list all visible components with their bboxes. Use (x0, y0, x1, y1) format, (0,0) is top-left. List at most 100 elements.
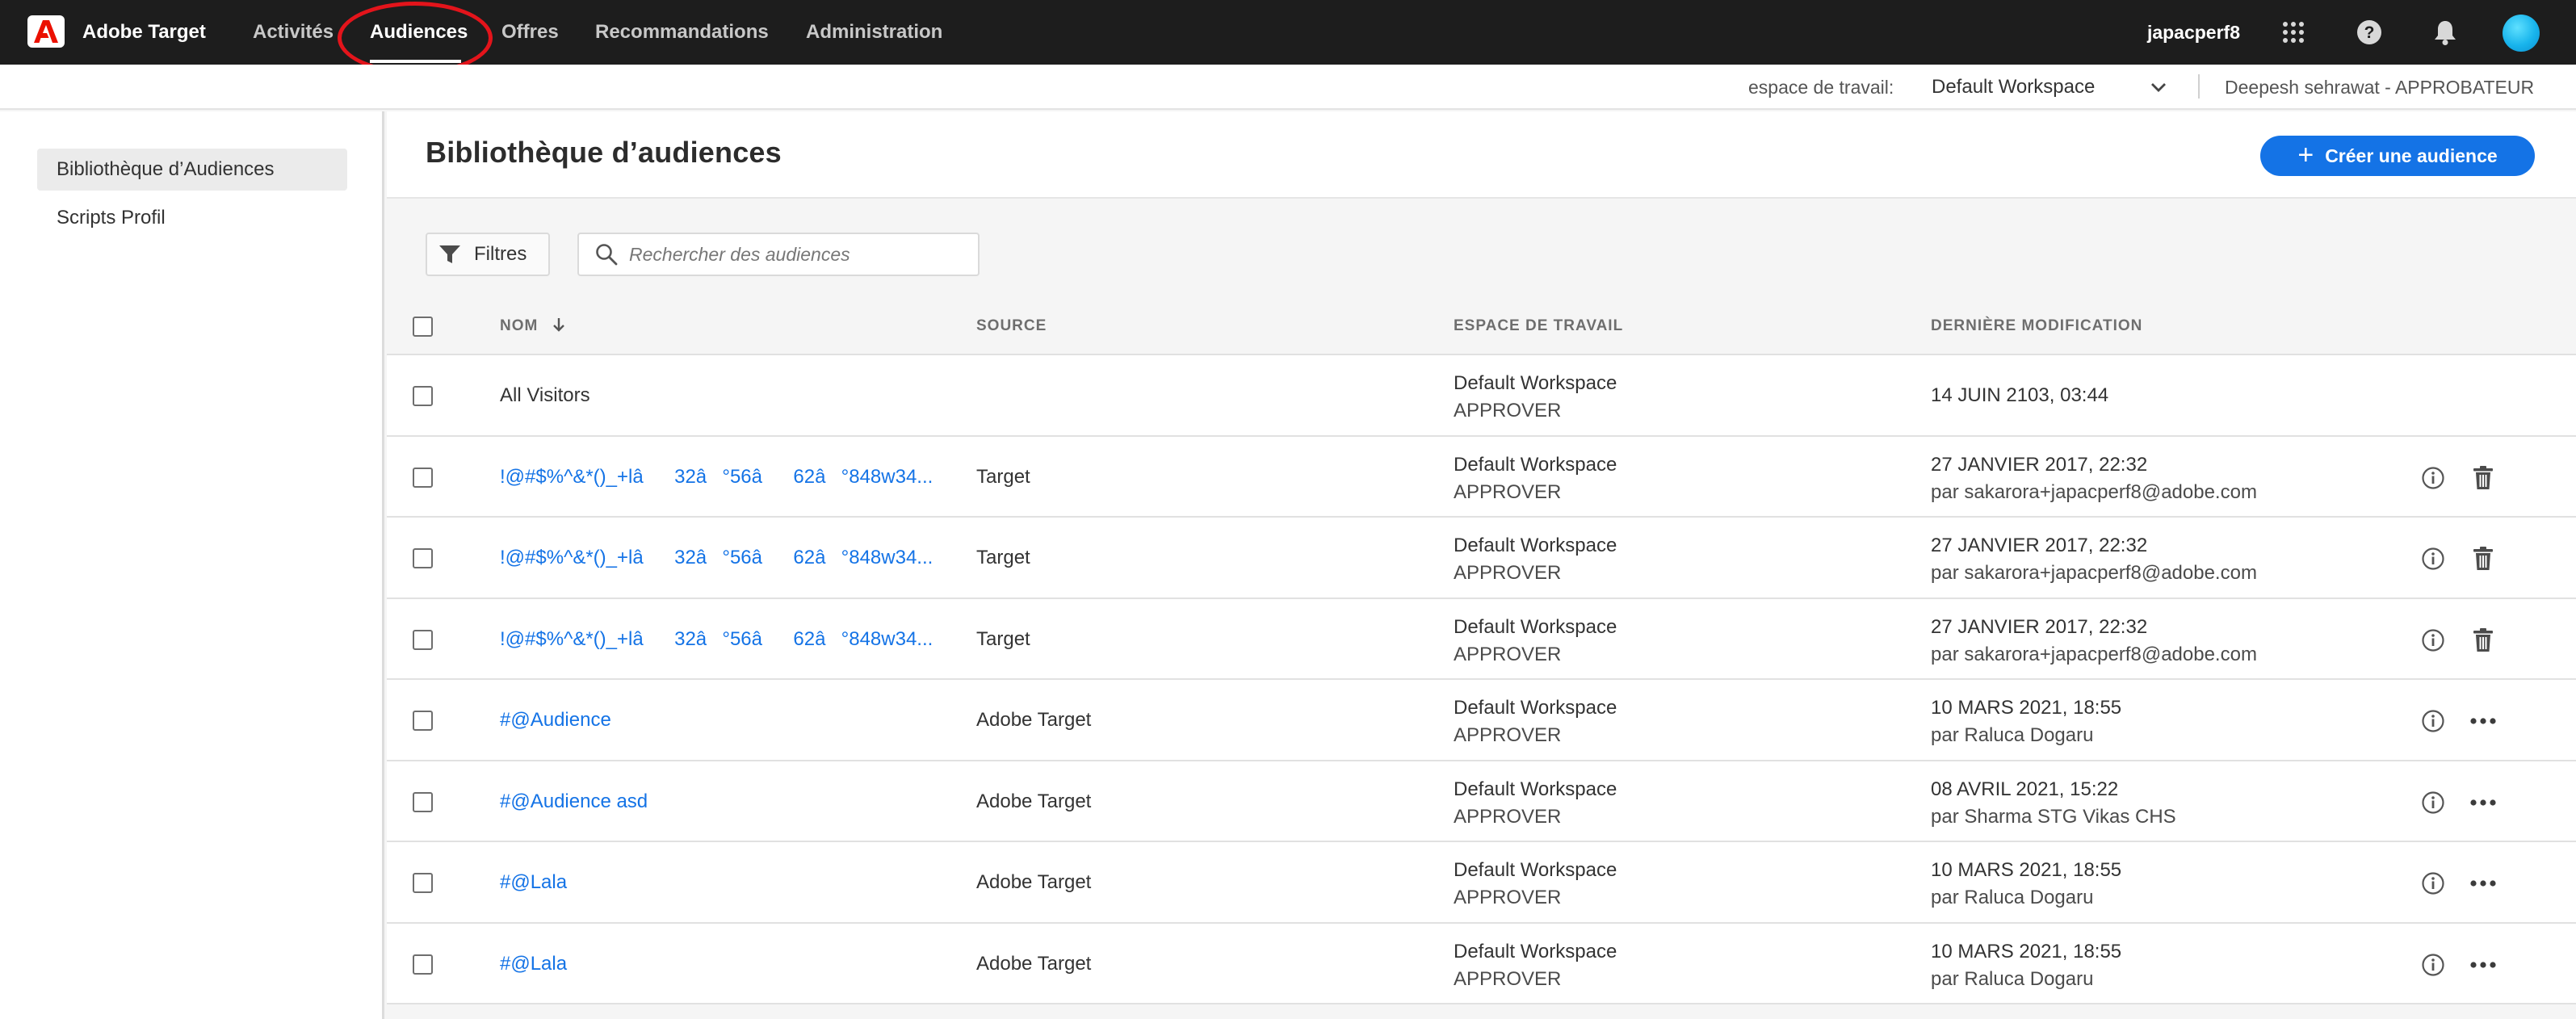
audience-name[interactable]: #@Lala (500, 842, 567, 923)
audience-workspace: Default Workspace APPROVER (1454, 694, 1617, 749)
filters-button[interactable]: Filtres (426, 233, 550, 276)
sidebar-item-profile-scripts[interactable]: Scripts Profil (37, 197, 347, 239)
sort-descending-icon (552, 318, 564, 332)
nav-administration[interactable]: Administration (806, 0, 942, 65)
nav-activites[interactable]: Activités (253, 0, 334, 65)
info-icon[interactable] (2419, 626, 2448, 655)
sidebar-item-audience-library[interactable]: Bibliothèque d’Audiences (37, 149, 347, 191)
filter-icon (439, 245, 460, 263)
workspace-name: Default Workspace (1454, 697, 1617, 719)
workspace-name: Default Workspace (1454, 778, 1617, 800)
row-checkbox[interactable] (413, 873, 433, 893)
app-title[interactable]: Adobe Target (82, 0, 206, 65)
workspace-role: APPROVER (1454, 643, 1562, 665)
column-header-workspace[interactable]: ESPACE DE TRAVAIL (1454, 297, 1623, 355)
table-row[interactable]: #@Audience Adobe Target Default Workspace A… (387, 680, 2576, 761)
audience-modified: 08 AVRIL 2021, 15:22 par Sharma STG Vikas… (1931, 776, 2176, 831)
search-input[interactable] (629, 243, 968, 266)
workspace-role: APPROVER (1454, 724, 1562, 746)
svg-text:?: ? (2364, 23, 2375, 42)
audiences-table: NOM SOURCE ESPACE DE TRAVAIL DERNIÈRE MO… (387, 297, 2576, 1004)
modified-date: 08 AVRIL 2021, 15:22 (1931, 778, 2119, 800)
modified-by: par Raluca Dogaru (1931, 887, 2094, 908)
create-audience-label: Créer une audience (2325, 145, 2498, 166)
account-name[interactable]: japacperf8 (2147, 0, 2240, 65)
select-all-checkbox[interactable] (413, 317, 433, 337)
more-options-icon[interactable] (2469, 788, 2498, 817)
modified-date: 27 JANVIER 2017, 22:32 (1931, 535, 2148, 556)
audience-source: Adobe Target (976, 790, 1092, 812)
column-name-label: NOM (500, 317, 539, 334)
adobe-logo-icon[interactable] (27, 15, 65, 48)
workspace-role: APPROVER (1454, 805, 1562, 828)
modified-by: par Raluca Dogaru (1931, 967, 2094, 990)
help-icon[interactable]: ? (2355, 18, 2384, 47)
nav-offres[interactable]: Offres (501, 0, 559, 65)
delete-icon[interactable] (2469, 544, 2498, 573)
modified-date: 10 MARS 2021, 18:55 (1931, 697, 2122, 719)
audience-workspace: Default Workspace APPROVER (1454, 938, 1617, 993)
delete-icon[interactable] (2469, 463, 2498, 493)
info-icon[interactable] (2419, 950, 2448, 979)
table-row[interactable]: #@Lala Adobe Target Default Workspace APPRO… (387, 842, 2576, 924)
audience-modified: 10 MARS 2021, 18:55 par Raluca Dogaru (1931, 694, 2121, 749)
row-checkbox[interactable] (413, 791, 433, 812)
search-box[interactable] (577, 233, 980, 276)
table-row[interactable]: All Visitors Default Workspace APPROVER 14 … (387, 355, 2576, 437)
filters-label: Filtres (474, 243, 527, 265)
table-row[interactable]: !@#$%^&*()_+lâ32â°56â62â°848w34...… (387, 598, 2576, 680)
table-row[interactable]: !@#$%^&*()_+lâ32â°56â62â°848w34...… (387, 436, 2576, 518)
info-icon[interactable] (2419, 869, 2448, 898)
sidebar: Bibliothèque d’Audiences Scripts Profil (0, 111, 384, 1019)
audience-name[interactable]: !@#$%^&*()_+lâ32â°56â62â°848w34... (500, 599, 933, 680)
workspace-select[interactable]: Default Workspace (1932, 65, 2172, 110)
more-options-icon[interactable] (2469, 707, 2498, 736)
more-options-icon[interactable] (2469, 869, 2498, 898)
audience-source: Adobe Target (976, 952, 1092, 975)
plus-icon: + (2297, 139, 2314, 170)
avatar[interactable] (2503, 15, 2540, 52)
info-icon[interactable] (2419, 544, 2448, 573)
create-audience-button[interactable]: + Créer une audience (2260, 136, 2535, 176)
audience-name[interactable]: #@Lala (500, 924, 567, 1004)
divider (2198, 74, 2200, 99)
audience-modified: 27 JANVIER 2017, 22:32 par sakarora+japac… (1931, 614, 2257, 669)
audience-name[interactable]: !@#$%^&*()_+lâ32â°56â62â°848w34... (500, 437, 933, 518)
row-checkbox[interactable] (413, 711, 433, 731)
modified-date: 10 MARS 2021, 18:55 (1931, 859, 2122, 881)
modified-date: 27 JANVIER 2017, 22:32 (1931, 453, 2148, 476)
modified-by: par Sharma STG Vikas CHS (1931, 805, 2176, 828)
audience-source: Target (976, 465, 1030, 488)
more-options-icon[interactable] (2469, 950, 2498, 979)
info-icon[interactable] (2419, 788, 2448, 817)
apps-grid-icon[interactable] (2279, 18, 2308, 47)
audience-source: Adobe Target (976, 871, 1092, 893)
audience-name[interactable]: !@#$%^&*()_+lâ32â°56â62â°848w34... (500, 518, 933, 598)
workspace-name: Default Workspace (1454, 615, 1617, 638)
audience-name[interactable]: #@Audience (500, 680, 611, 761)
nav-recommandations[interactable]: Recommandations (595, 0, 769, 65)
row-checkbox[interactable] (413, 548, 433, 568)
column-header-name[interactable]: NOM (500, 297, 566, 355)
audience-modified: 27 JANVIER 2017, 22:32 par sakarora+japac… (1931, 451, 2257, 506)
audience-source: Target (976, 547, 1030, 568)
bell-icon[interactable] (2431, 18, 2460, 47)
info-icon[interactable] (2419, 463, 2448, 493)
audiences-highlight-annotation (338, 2, 493, 74)
workspace-role: APPROVER (1454, 887, 1562, 908)
info-icon[interactable] (2419, 707, 2448, 736)
row-checkbox[interactable] (413, 386, 433, 406)
table-row[interactable]: !@#$%^&*()_+lâ32â°56â62â°848w34...… (387, 518, 2576, 599)
table-row[interactable]: #@Lala Adobe Target Default Workspace APPRO… (387, 923, 2576, 1004)
row-checkbox[interactable] (413, 954, 433, 975)
audience-name[interactable]: #@Audience asd (500, 761, 648, 842)
modified-by: par sakarora+japacperf8@adobe.com (1931, 643, 2257, 665)
table-row[interactable]: #@Audience asd Adobe Target Default Worksp… (387, 761, 2576, 842)
row-checkbox[interactable] (413, 467, 433, 488)
column-header-source[interactable]: SOURCE (976, 297, 1047, 355)
column-header-modified[interactable]: DERNIÈRE MODIFICATION (1931, 297, 2142, 355)
row-checkbox[interactable] (413, 629, 433, 650)
delete-icon[interactable] (2469, 626, 2498, 655)
audience-workspace: Default Workspace APPROVER (1454, 857, 1617, 912)
audience-workspace: Default Workspace APPROVER (1454, 776, 1617, 831)
